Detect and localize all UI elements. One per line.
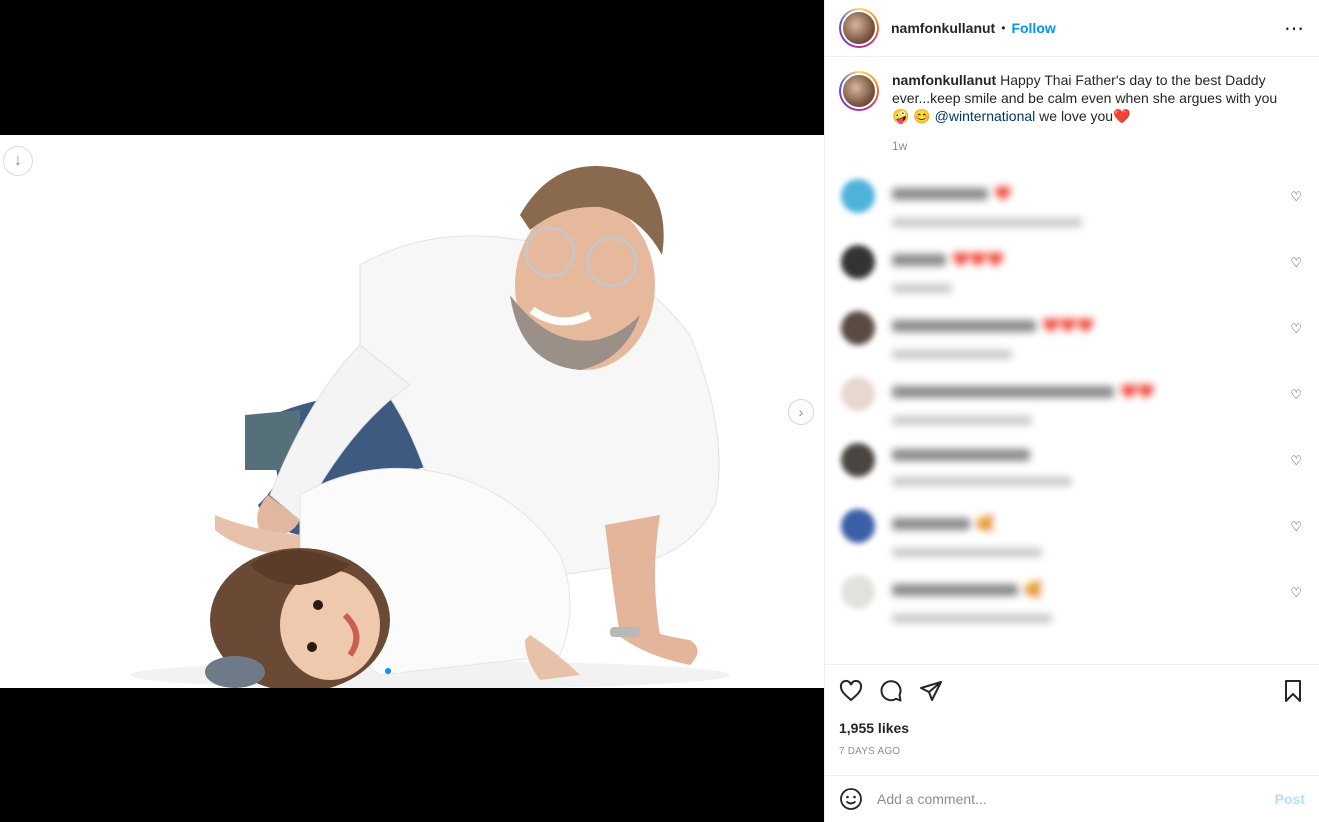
comment-row: ❤️❤️❤️ ♡ bbox=[839, 297, 1305, 363]
comment-blurred-body bbox=[892, 443, 1072, 486]
comment-avatar[interactable] bbox=[841, 311, 875, 345]
comment-emoji: 🥰 bbox=[976, 515, 994, 531]
comment-avatar[interactable] bbox=[841, 443, 875, 477]
post-header: namfonkullanut • Follow ⋯ bbox=[825, 0, 1319, 57]
heart-icon[interactable] bbox=[839, 679, 863, 703]
bookmark-icon[interactable] bbox=[1281, 679, 1305, 703]
chevron-right-icon[interactable]: › bbox=[788, 399, 814, 425]
comment-input[interactable] bbox=[877, 791, 1275, 807]
comment-blurred-body: 🥰 bbox=[892, 575, 1052, 623]
photo-illustration bbox=[130, 166, 730, 688]
comment-emoji: ❤️ bbox=[994, 185, 1012, 201]
comment-like-heart-icon[interactable]: ♡ bbox=[1290, 387, 1302, 403]
comment-avatar[interactable] bbox=[841, 377, 875, 411]
avatar-image bbox=[841, 73, 877, 109]
caption-avatar[interactable] bbox=[839, 71, 879, 111]
download-icon[interactable]: ↓ bbox=[3, 146, 33, 176]
more-horizontal-icon[interactable]: ⋯ bbox=[1284, 16, 1305, 41]
follow-button[interactable]: Follow bbox=[1011, 20, 1055, 36]
blurred-comments: ❤️ ♡ ❤️❤️❤️ ♡ ❤️❤️❤️ ♡ ❤️❤️ ♡ ♡ 🥰 ♡ 🥰 ♡ bbox=[839, 165, 1305, 627]
comment-row: ❤️❤️ ♡ bbox=[839, 363, 1305, 429]
comment-blurred-body: ❤️❤️❤️ bbox=[892, 311, 1094, 359]
caption: namfonkullanut Happy Thai Father's day t… bbox=[839, 71, 1305, 155]
comments-list[interactable]: namfonkullanut Happy Thai Father's day t… bbox=[825, 57, 1319, 664]
caption-username[interactable]: namfonkullanut bbox=[892, 72, 996, 88]
caption-body-end: we love you bbox=[1035, 108, 1114, 124]
comment-emoji: 🥰 bbox=[1024, 581, 1042, 597]
mention-link[interactable]: @winternational bbox=[935, 108, 1036, 124]
emoji: ❤️ bbox=[1113, 108, 1131, 124]
comment-icon[interactable] bbox=[879, 679, 903, 703]
comment-like-heart-icon[interactable]: ♡ bbox=[1290, 519, 1302, 535]
comment-like-heart-icon[interactable]: ♡ bbox=[1290, 189, 1302, 205]
post-date: 7 DAYS AGO bbox=[839, 746, 901, 757]
comment-emoji: ❤️❤️❤️ bbox=[1042, 317, 1095, 333]
avatar-image bbox=[841, 10, 877, 46]
post-actions: 1,955 likes 7 DAYS AGO bbox=[825, 664, 1319, 775]
comment-avatar[interactable] bbox=[841, 575, 875, 609]
comment-row: 🥰 ♡ bbox=[839, 561, 1305, 627]
comment-like-heart-icon[interactable]: ♡ bbox=[1290, 585, 1302, 601]
likes-count[interactable]: 1,955 likes bbox=[839, 720, 1305, 736]
comment-avatar[interactable] bbox=[841, 179, 875, 213]
comment-emoji: ❤️❤️ bbox=[1120, 383, 1155, 399]
post-username[interactable]: namfonkullanut bbox=[891, 20, 995, 36]
emoji: 🤪 bbox=[892, 108, 910, 124]
comment-avatar[interactable] bbox=[841, 245, 875, 279]
comment-blurred-body: ❤️❤️ bbox=[892, 377, 1155, 425]
post-side-panel: namfonkullanut • Follow ⋯ namfonkullanut… bbox=[824, 0, 1319, 822]
emoji-icon[interactable] bbox=[839, 787, 863, 811]
comment-row: ❤️❤️❤️ ♡ bbox=[839, 231, 1305, 297]
caption-text: namfonkullanut Happy Thai Father's day t… bbox=[892, 71, 1292, 155]
add-comment-bar: Post bbox=[825, 775, 1319, 822]
action-icons bbox=[839, 665, 1305, 717]
caption-timestamp: 1w bbox=[892, 139, 908, 153]
comment-row: ♡ bbox=[839, 429, 1305, 495]
comment-emoji: ❤️❤️❤️ bbox=[952, 251, 1005, 267]
emoji: 😊 bbox=[913, 108, 931, 124]
comment-blurred-body: ❤️❤️❤️ bbox=[892, 245, 1004, 293]
comment-row: ❤️ ♡ bbox=[839, 165, 1305, 231]
separator-dot: • bbox=[1001, 21, 1006, 35]
comment-like-heart-icon[interactable]: ♡ bbox=[1290, 255, 1302, 271]
comment-like-heart-icon[interactable]: ♡ bbox=[1290, 321, 1302, 337]
share-icon[interactable] bbox=[919, 679, 943, 703]
carousel-dot bbox=[396, 668, 402, 674]
comment-row: 🥰 ♡ bbox=[839, 495, 1305, 561]
comment-like-heart-icon[interactable]: ♡ bbox=[1290, 453, 1302, 469]
post-comment-button[interactable]: Post bbox=[1275, 791, 1305, 807]
comment-blurred-body: ❤️ bbox=[892, 179, 1082, 227]
comment-avatar[interactable] bbox=[841, 509, 875, 543]
carousel-dots bbox=[385, 668, 402, 674]
post-photo[interactable] bbox=[0, 135, 824, 688]
post-media: ↓ › bbox=[0, 0, 824, 822]
avatar[interactable] bbox=[839, 8, 879, 48]
carousel-dot-active bbox=[385, 668, 391, 674]
comment-blurred-body: 🥰 bbox=[892, 509, 1042, 557]
